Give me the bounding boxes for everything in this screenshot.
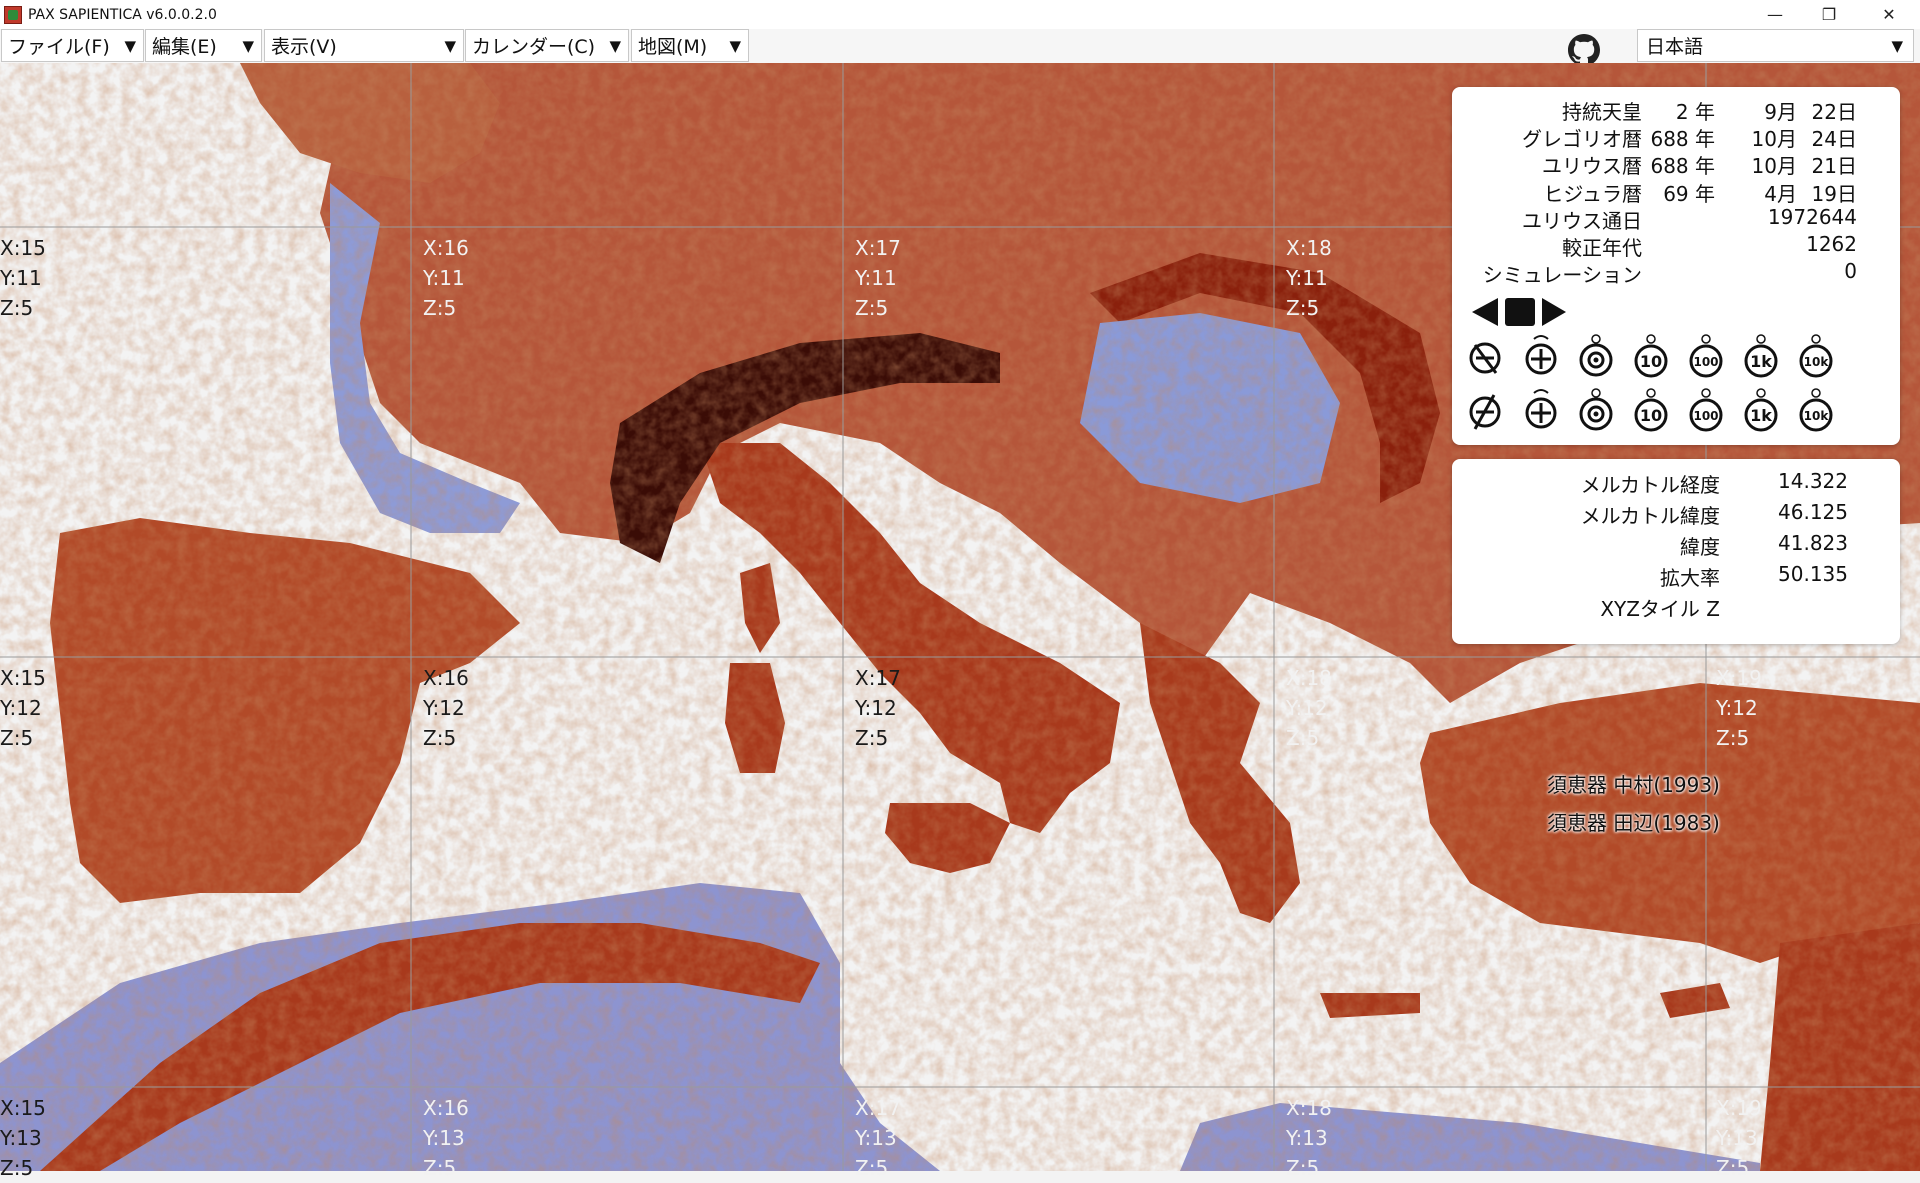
menu-calendar-label: カレンダー(C) xyxy=(472,36,596,58)
playback-controls xyxy=(1472,298,1566,326)
speed-1k-forward-icon[interactable]: 1k xyxy=(1742,387,1780,433)
svg-text:100: 100 xyxy=(1693,355,1718,369)
speed-1-backward-icon[interactable] xyxy=(1522,333,1560,379)
tile-label-x15-y11: X:15 Y:11 Z:5 xyxy=(0,236,46,320)
menu-map-label: 地図(M) xyxy=(638,36,708,58)
coord-row-zoom: 拡大率 50.135 xyxy=(1660,562,1848,590)
tile-label-x17-y12: X:17 Y:12 Z:5 xyxy=(855,666,901,750)
calendar-panel: 持統天皇 2 年 9月 22日 グレゴリオ暦 688 年 10月 24日 ユリウ… xyxy=(1452,87,1900,445)
github-icon[interactable] xyxy=(1568,34,1600,66)
svg-text:10: 10 xyxy=(1640,406,1662,425)
language-select-value: 日本語 xyxy=(1646,36,1704,58)
svg-text:10k: 10k xyxy=(1804,355,1830,369)
restore-button[interactable]: ❐ xyxy=(1800,0,1858,29)
window-title: PAX SAPIENTICA v6.0.0.2.0 xyxy=(28,6,217,23)
coord-row-xyz-tile: XYZタイル Z xyxy=(1600,597,1720,621)
chevron-down-icon: ▼ xyxy=(729,36,741,55)
menu-edit-label: 編集(E) xyxy=(152,36,217,58)
stop-icon[interactable] xyxy=(1505,298,1535,326)
svg-text:10k: 10k xyxy=(1804,409,1830,423)
tile-label-x15-y12: X:15 Y:12 Z:5 xyxy=(0,666,46,750)
tile-label-x19-y13: X:19 Y:13 Z:5 xyxy=(1716,1096,1762,1180)
speed-target-forward-icon[interactable] xyxy=(1577,387,1615,433)
menu-calendar[interactable]: カレンダー(C) ▼ xyxy=(465,29,629,62)
calendar-row-calibrated: 較正年代 1262 xyxy=(1562,232,1857,260)
tile-label-x16-y13: X:16 Y:13 Z:5 xyxy=(423,1096,469,1180)
menu-file[interactable]: ファイル(F) ▼ xyxy=(1,29,144,62)
speed-stop-backward-icon[interactable] xyxy=(1466,333,1504,379)
tile-label-x18-y11: X:18 Y:11 Z:5 xyxy=(1286,236,1332,320)
speed-10k-forward-icon[interactable]: 10k xyxy=(1797,387,1835,433)
speed-1-forward-icon[interactable] xyxy=(1522,387,1560,433)
svg-text:100: 100 xyxy=(1693,409,1718,423)
tile-label-x16-y12: X:16 Y:12 Z:5 xyxy=(423,666,469,750)
tile-label-x15-y13: X:15 Y:13 Z:5 xyxy=(0,1096,46,1180)
play-icon[interactable] xyxy=(1542,298,1566,326)
minimize-button[interactable]: — xyxy=(1746,0,1804,29)
speed-1k-backward-icon[interactable]: 1k xyxy=(1742,333,1780,379)
speed-10k-backward-icon[interactable]: 10k xyxy=(1797,333,1835,379)
title-bar: PAX SAPIENTICA v6.0.0.2.0 — ❐ ✕ xyxy=(0,0,1920,29)
tile-label-x18-y12: X:18 Y:12 Z:5 xyxy=(1286,666,1332,750)
svg-text:10: 10 xyxy=(1640,352,1662,371)
close-button[interactable]: ✕ xyxy=(1860,0,1918,29)
menu-view[interactable]: 表示(V) ▼ xyxy=(264,29,464,62)
speed-10-forward-icon[interactable]: 10 xyxy=(1632,387,1670,433)
menu-edit[interactable]: 編集(E) ▼ xyxy=(145,29,262,62)
speed-target-backward-icon[interactable] xyxy=(1577,333,1615,379)
tile-label-x17-y11: X:17 Y:11 Z:5 xyxy=(855,236,901,320)
chevron-down-icon: ▼ xyxy=(124,36,136,55)
site-label-tanabe[interactable]: 須恵器 田辺(1983) xyxy=(1547,807,1720,836)
calendar-row-hijri: ヒジュラ暦 69 年 4月 19日 xyxy=(1543,182,1857,206)
app-icon xyxy=(4,5,22,24)
calendar-row-julian-day: ユリウス通日 1972644 xyxy=(1522,205,1857,233)
svg-text:1k: 1k xyxy=(1750,406,1772,425)
coord-row-mercator-lat: メルカトル緯度 46.125 xyxy=(1580,500,1848,528)
menu-bar: ファイル(F) ▼ 編集(E) ▼ 表示(V) ▼ カレンダー(C) ▼ 地図(… xyxy=(0,29,1920,63)
calendar-row-jito: 持統天皇 2 年 9月 22日 xyxy=(1562,100,1857,124)
site-label-nakamura[interactable]: 須恵器 中村(1993) xyxy=(1547,769,1720,798)
menu-view-label: 表示(V) xyxy=(271,36,337,58)
reverse-play-icon[interactable] xyxy=(1472,298,1498,326)
chevron-down-icon: ▼ xyxy=(242,36,254,55)
svg-text:1k: 1k xyxy=(1750,352,1772,371)
calendar-row-simulation: シミュレーション 0 xyxy=(1482,259,1857,287)
menu-map[interactable]: 地図(M) ▼ xyxy=(631,29,749,62)
speed-100-forward-icon[interactable]: 100 xyxy=(1687,387,1725,433)
chevron-down-icon: ▼ xyxy=(444,36,456,55)
language-select[interactable]: 日本語 ▼ xyxy=(1637,29,1914,62)
speed-stop-forward-icon[interactable] xyxy=(1466,387,1504,433)
tile-label-x18-y13: X:18 Y:13 Z:5 xyxy=(1286,1096,1332,1180)
calendar-row-julian: ユリウス暦 688 年 10月 21日 xyxy=(1542,154,1857,178)
tile-label-x19-y12: X:19 Y:12 Z:5 xyxy=(1716,666,1762,750)
speed-10-backward-icon[interactable]: 10 xyxy=(1632,333,1670,379)
coord-row-latitude: 緯度 41.823 xyxy=(1680,531,1848,559)
tile-label-x16-y11: X:16 Y:11 Z:5 xyxy=(423,236,469,320)
chevron-down-icon: ▼ xyxy=(1891,36,1903,55)
chevron-down-icon: ▼ xyxy=(609,36,621,55)
tile-label-x17-y13: X:17 Y:13 Z:5 xyxy=(855,1096,901,1180)
menu-file-label: ファイル(F) xyxy=(8,36,110,58)
calendar-row-gregorian: グレゴリオ暦 688 年 10月 24日 xyxy=(1522,127,1857,151)
coord-row-mercator-lon: メルカトル経度 14.322 xyxy=(1580,469,1848,497)
speed-100-backward-icon[interactable]: 100 xyxy=(1687,333,1725,379)
coordinate-panel: メルカトル経度 14.322 メルカトル緯度 46.125 緯度 41.823 … xyxy=(1452,459,1900,644)
